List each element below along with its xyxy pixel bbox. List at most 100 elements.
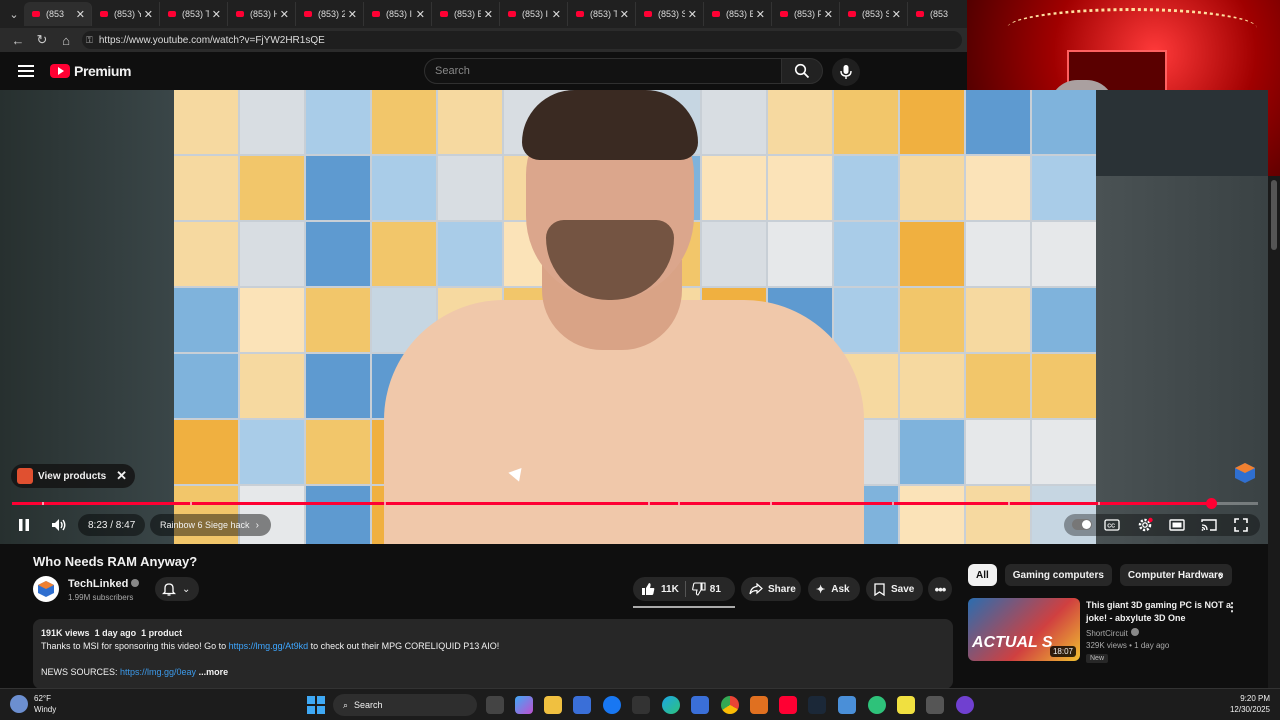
save-button[interactable]: Save: [866, 577, 923, 601]
calculator-icon[interactable]: [691, 696, 709, 714]
edge-icon[interactable]: [662, 696, 680, 714]
close-tab-icon[interactable]: ✕: [76, 8, 85, 21]
xbox-icon[interactable]: [868, 696, 886, 714]
volume-button[interactable]: [48, 514, 70, 536]
scrubber-handle[interactable]: [1205, 498, 1217, 509]
recommended-video[interactable]: ACTUAL S 18:07 This giant 3D gaming PC i…: [968, 598, 1258, 664]
ask-button[interactable]: ✦ Ask: [808, 577, 860, 601]
close-tab-icon[interactable]: ✕: [824, 8, 833, 21]
sticky-notes-icon[interactable]: [897, 696, 915, 714]
system-clock[interactable]: 9:20 PM 12/30/2025: [1226, 693, 1270, 715]
steam-icon[interactable]: [808, 696, 826, 714]
url-field[interactable]: ⚿ https://www.youtube.com/watch?v=FjYW2H…: [82, 31, 962, 49]
browser-tab[interactable]: (853) Be✕: [704, 2, 772, 26]
amazon-icon[interactable]: [632, 696, 650, 714]
recommended-title[interactable]: This giant 3D gaming PC is NOT a joke! -…: [1086, 599, 1244, 625]
recommended-thumbnail[interactable]: ACTUAL S 18:07: [968, 598, 1080, 661]
filter-chip[interactable]: All: [968, 564, 997, 586]
theater-mode-button[interactable]: [1167, 514, 1187, 536]
more-actions-button[interactable]: •••: [928, 577, 952, 601]
browser-tab[interactable]: (853) Th✕: [568, 2, 636, 26]
voice-search-button[interactable]: [832, 58, 860, 86]
close-tab-icon[interactable]: ✕: [756, 8, 765, 21]
reload-icon[interactable]: ↻: [30, 30, 54, 50]
settings-button[interactable]: [1135, 514, 1155, 536]
sponsor-link[interactable]: https://lmg.gg/At9kd: [229, 641, 309, 651]
channel-avatar[interactable]: [33, 576, 59, 602]
browser-tab[interactable]: (853) Yo✕: [92, 2, 160, 26]
news-sources-link[interactable]: https://lmg.gg/0eay: [120, 667, 196, 677]
search-button[interactable]: [781, 58, 823, 84]
close-tab-icon[interactable]: ✕: [552, 8, 561, 21]
browser-tab[interactable]: (853) Ho✕: [228, 2, 296, 26]
taskbar-search[interactable]: ⌕ Search: [333, 694, 477, 716]
video-player[interactable]: View products ✕ 8:23 / 8:47 Rainbow 6 Si…: [0, 90, 1268, 544]
cast-button[interactable]: [1199, 514, 1219, 536]
close-tab-icon[interactable]: ✕: [144, 8, 153, 21]
back-icon[interactable]: ←: [6, 30, 30, 50]
page-scrollbar[interactable]: [1268, 176, 1280, 688]
chevron-right-icon[interactable]: ›: [1212, 566, 1230, 584]
chapter-button[interactable]: Rainbow 6 Siege hack ›: [150, 514, 271, 536]
obs-icon[interactable]: [956, 696, 974, 714]
task-view-icon[interactable]: [486, 696, 504, 714]
app-icon[interactable]: [838, 696, 856, 714]
copilot-icon[interactable]: [515, 696, 533, 714]
vlc-icon[interactable]: [750, 696, 768, 714]
more-vertical-icon[interactable]: ⋮: [1226, 600, 1238, 614]
view-products-button[interactable]: View products ✕: [11, 464, 136, 488]
close-tab-icon[interactable]: ✕: [892, 8, 901, 21]
autoplay-toggle[interactable]: [1072, 519, 1092, 530]
weather-widget[interactable]: 62°F Windy: [10, 693, 56, 715]
browser-tab[interactable]: (853) So✕: [840, 2, 908, 26]
close-tab-icon[interactable]: ✕: [348, 8, 357, 21]
browser-tab[interactable]: (853) Ele✕: [432, 2, 500, 26]
tab-list-chevron-icon[interactable]: ⌄: [4, 4, 24, 24]
youtube-logo[interactable]: Premium: [50, 63, 132, 79]
microsoft-store-icon[interactable]: [573, 696, 591, 714]
like-count[interactable]: 11K: [661, 584, 679, 595]
close-tab-icon[interactable]: ✕: [620, 8, 629, 21]
browser-tab[interactable]: (853) I F✕: [500, 2, 568, 26]
show-more-button[interactable]: ...more: [199, 667, 229, 677]
settings-app-icon[interactable]: [926, 696, 944, 714]
browser-tab[interactable]: (853) I w✕: [364, 2, 432, 26]
menu-icon[interactable]: [18, 65, 34, 77]
thumbs-up-icon[interactable]: [641, 582, 655, 596]
scrollbar-thumb[interactable]: [1271, 180, 1277, 250]
home-icon[interactable]: ⌂: [54, 30, 78, 50]
close-tab-icon[interactable]: ✕: [212, 8, 221, 21]
progress-bar[interactable]: [12, 498, 1258, 509]
close-icon[interactable]: ✕: [116, 468, 127, 484]
channel-watermark-icon[interactable]: [1234, 462, 1256, 484]
filter-chip[interactable]: Gaming computers: [1004, 564, 1112, 586]
close-tab-icon[interactable]: ✕: [416, 8, 425, 21]
share-button[interactable]: Share: [741, 577, 801, 601]
chrome-icon[interactable]: [721, 696, 739, 714]
product-count[interactable]: 1 product: [141, 628, 182, 638]
close-tab-icon[interactable]: ✕: [484, 8, 493, 21]
subscription-bell-button[interactable]: ⌄: [155, 577, 199, 601]
subtitles-button[interactable]: CC: [1102, 514, 1122, 536]
browser-tab[interactable]: (853 ✕: [24, 2, 92, 26]
start-button[interactable]: [307, 696, 325, 714]
browser-tab[interactable]: (853) 25✕: [296, 2, 364, 26]
recommended-channel[interactable]: ShortCircuit: [1086, 628, 1139, 638]
file-explorer-icon[interactable]: [544, 696, 562, 714]
site-info-icon[interactable]: ⚿: [86, 35, 93, 46]
close-tab-icon[interactable]: ✕: [280, 8, 289, 21]
browser-tab[interactable]: (853) PY✕: [772, 2, 840, 26]
fullscreen-button[interactable]: [1231, 514, 1251, 536]
facebook-icon[interactable]: [603, 696, 621, 714]
browser-tab[interactable]: (853) Sm✕: [636, 2, 704, 26]
channel-name[interactable]: TechLinked: [68, 578, 140, 590]
dislike-count[interactable]: 81: [710, 584, 721, 595]
search-input[interactable]: Search: [424, 58, 782, 84]
browser-tab[interactable]: (853) Th✕: [160, 2, 228, 26]
close-tab-icon[interactable]: ✕: [688, 8, 697, 21]
thumbs-down-icon[interactable]: [691, 582, 706, 596]
browser-tab[interactable]: (853: [908, 2, 976, 26]
youtube-app-icon[interactable]: [779, 696, 797, 714]
description-box[interactable]: 191K views 1 day ago 1 product Thanks to…: [33, 619, 953, 689]
pause-button[interactable]: [14, 514, 34, 536]
